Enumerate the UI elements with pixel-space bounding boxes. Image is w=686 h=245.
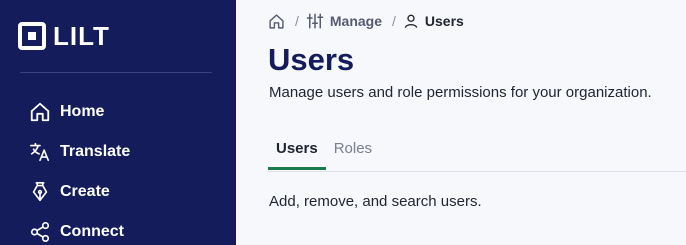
- breadcrumb-home[interactable]: [268, 13, 285, 30]
- breadcrumb-separator: /: [295, 13, 299, 29]
- breadcrumb-manage[interactable]: Manage: [306, 12, 382, 30]
- sidebar-item-label: Connect: [60, 223, 124, 240]
- sidebar: LILT Home Translate Create Connect: [0, 0, 236, 245]
- tab-roles[interactable]: Roles: [326, 136, 380, 170]
- sidebar-item-create[interactable]: Create: [28, 172, 130, 212]
- sidebar-item-connect[interactable]: Connect: [28, 212, 130, 245]
- user-icon: [403, 13, 419, 29]
- share-nodes-icon: [28, 220, 52, 244]
- sidebar-item-label: Home: [60, 103, 105, 120]
- page-title: Users: [268, 42, 355, 77]
- sidebar-item-home[interactable]: Home: [28, 92, 130, 132]
- breadcrumb-separator: /: [392, 13, 396, 29]
- sidebar-nav: Home Translate Create Connect: [28, 92, 130, 245]
- breadcrumb-label: Users: [424, 13, 464, 29]
- logo-text: LILT: [53, 21, 110, 51]
- tabs-divider: [268, 171, 686, 172]
- pen-nib-icon: [28, 180, 52, 204]
- tab-bar: Users Roles: [268, 136, 380, 170]
- main-content: / Manage / Users Users Manage users and …: [236, 0, 686, 245]
- breadcrumb-label: Manage: [329, 13, 383, 29]
- panel-description: Add, remove, and search users.: [269, 193, 482, 210]
- sliders-icon: [306, 12, 324, 30]
- home-icon: [268, 13, 285, 30]
- lilt-logo[interactable]: LILT: [18, 21, 110, 51]
- home-icon: [28, 100, 52, 124]
- sidebar-divider: [20, 72, 212, 73]
- sidebar-item-translate[interactable]: Translate: [28, 132, 130, 172]
- sidebar-item-label: Create: [60, 183, 110, 200]
- sidebar-item-label: Translate: [60, 143, 131, 160]
- breadcrumb: / Manage / Users: [268, 10, 464, 32]
- breadcrumb-users: Users: [403, 13, 464, 29]
- page-subtitle: Manage users and role permissions for yo…: [269, 84, 652, 101]
- translate-icon: [28, 140, 52, 164]
- logo-mark-icon: [18, 22, 46, 50]
- tab-users[interactable]: Users: [268, 136, 326, 170]
